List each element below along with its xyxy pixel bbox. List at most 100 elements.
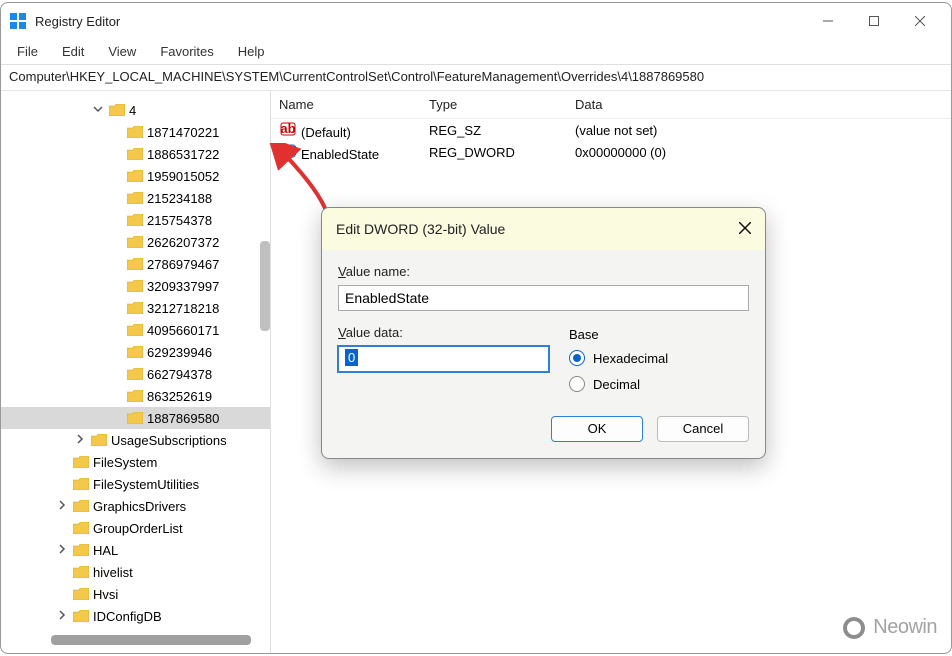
neowin-watermark: Neowin	[843, 616, 937, 639]
folder-icon	[127, 192, 143, 204]
tree-scrollbar-vertical[interactable]	[260, 241, 270, 331]
tree-label: 2786979467	[147, 257, 219, 272]
tree-label: 629239946	[147, 345, 212, 360]
column-data[interactable]: Data	[575, 97, 943, 112]
tree-item[interactable]: 1887869580	[1, 407, 270, 429]
folder-icon	[73, 588, 89, 600]
tree-item[interactable]: 3209337997	[1, 275, 270, 297]
tree-item[interactable]: Hvsi	[1, 583, 270, 605]
tree-item[interactable]: HAL	[1, 539, 270, 561]
svg-text:ab: ab	[280, 121, 295, 136]
tree-item[interactable]: 1959015052	[1, 165, 270, 187]
folder-icon	[73, 566, 89, 578]
tree-item[interactable]: UsageSubscriptions	[1, 429, 270, 451]
close-button[interactable]	[897, 3, 943, 39]
cancel-button[interactable]: Cancel	[657, 416, 749, 442]
tree-pane[interactable]: 4 1871470221 1886531722 1959015052 215234188…	[1, 91, 271, 653]
tree-label: FileSystem	[93, 455, 157, 470]
folder-icon	[127, 302, 143, 314]
chevron-right-icon[interactable]	[73, 434, 87, 447]
radio-dot-icon	[569, 376, 585, 392]
folder-icon	[127, 148, 143, 160]
titlebar: Registry Editor	[1, 3, 951, 39]
tree-item[interactable]: 4	[1, 99, 270, 121]
tree-item[interactable]: hivelist	[1, 561, 270, 583]
tree-item[interactable]: 1871470221	[1, 121, 270, 143]
folder-icon	[127, 368, 143, 380]
tree-label: 1959015052	[147, 169, 219, 184]
tree-item[interactable]: 1886531722	[1, 143, 270, 165]
tree-item[interactable]: 3212718218	[1, 297, 270, 319]
address-bar[interactable]: Computer\HKEY_LOCAL_MACHINE\SYSTEM\Curre…	[1, 65, 951, 91]
tree-item[interactable]: 4095660171	[1, 319, 270, 341]
string-value-icon: ab	[279, 120, 297, 138]
tree-item[interactable]: 2786979467	[1, 253, 270, 275]
folder-icon	[73, 456, 89, 468]
tree-item[interactable]: FileSystemUtilities	[1, 473, 270, 495]
tree-label: 1871470221	[147, 125, 219, 140]
menu-favorites[interactable]: Favorites	[150, 40, 223, 63]
tree-label: 863252619	[147, 389, 212, 404]
tree-item[interactable]: 629239946	[1, 341, 270, 363]
tree-label: 3209337997	[147, 279, 219, 294]
menu-help[interactable]: Help	[228, 40, 275, 63]
folder-icon	[73, 478, 89, 490]
chevron-right-icon[interactable]	[55, 544, 69, 557]
tree-item[interactable]: FileSystem	[1, 451, 270, 473]
folder-icon	[127, 126, 143, 138]
folder-icon	[73, 544, 89, 556]
folder-icon	[73, 610, 89, 622]
ok-button[interactable]: OK	[551, 416, 643, 442]
minimize-button[interactable]	[805, 3, 851, 39]
tree-item[interactable]: IDConfigDB	[1, 605, 270, 627]
tree-item[interactable]: 215754378	[1, 209, 270, 231]
tree-label: Hvsi	[93, 587, 118, 602]
tree-label: FileSystemUtilities	[93, 477, 199, 492]
folder-icon	[127, 324, 143, 336]
window-title: Registry Editor	[35, 14, 805, 29]
tree-item[interactable]: 863252619	[1, 385, 270, 407]
dword-value-icon: 011	[279, 142, 297, 160]
chevron-down-icon[interactable]	[91, 104, 105, 117]
value-row[interactable]: 011EnabledStateREG_DWORD0x00000000 (0)	[271, 141, 951, 163]
tree-item[interactable]: 2626207372	[1, 231, 270, 253]
value-name-cell: ab(Default)	[279, 120, 429, 140]
tree-label: 4	[129, 103, 136, 118]
folder-icon	[127, 170, 143, 182]
menu-view[interactable]: View	[98, 40, 146, 63]
value-type-cell: REG_DWORD	[429, 145, 575, 160]
chevron-right-icon[interactable]	[55, 610, 69, 623]
chevron-right-icon[interactable]	[55, 500, 69, 513]
value-row[interactable]: ab(Default)REG_SZ(value not set)	[271, 119, 951, 141]
folder-icon	[127, 346, 143, 358]
tree-scrollbar-horizontal[interactable]	[51, 635, 251, 645]
column-type[interactable]: Type	[429, 97, 575, 112]
value-name-input[interactable]	[338, 285, 749, 311]
tree-item[interactable]: GraphicsDrivers	[1, 495, 270, 517]
tree-item[interactable]: 215234188	[1, 187, 270, 209]
column-name[interactable]: Name	[279, 97, 429, 112]
menu-file[interactable]: File	[7, 40, 48, 63]
tree-label: 215754378	[147, 213, 212, 228]
tree-label: 2626207372	[147, 235, 219, 250]
base-group: Base Hexadecimal Decimal	[569, 325, 749, 404]
radio-dot-icon	[569, 350, 585, 366]
folder-icon	[127, 412, 143, 424]
value-data-label: Value data:	[338, 325, 549, 340]
tree-label: 1886531722	[147, 147, 219, 162]
folder-icon	[127, 258, 143, 270]
tree-label: 1887869580	[147, 411, 219, 426]
tree-label: UsageSubscriptions	[111, 433, 227, 448]
value-name-cell: 011EnabledState	[279, 142, 429, 162]
maximize-button[interactable]	[851, 3, 897, 39]
radio-hexadecimal[interactable]: Hexadecimal	[569, 350, 749, 366]
tree-item[interactable]: GroupOrderList	[1, 517, 270, 539]
menu-edit[interactable]: Edit	[52, 40, 94, 63]
tree-item[interactable]: 662794378	[1, 363, 270, 385]
radio-decimal[interactable]: Decimal	[569, 376, 749, 392]
edit-dword-dialog: Edit DWORD (32-bit) Value Value name: Va…	[321, 207, 766, 459]
value-data-input[interactable]: 0	[338, 346, 549, 372]
dialog-close-button[interactable]	[739, 221, 751, 238]
tree-label: GraphicsDrivers	[93, 499, 186, 514]
tree-label: GroupOrderList	[93, 521, 183, 536]
